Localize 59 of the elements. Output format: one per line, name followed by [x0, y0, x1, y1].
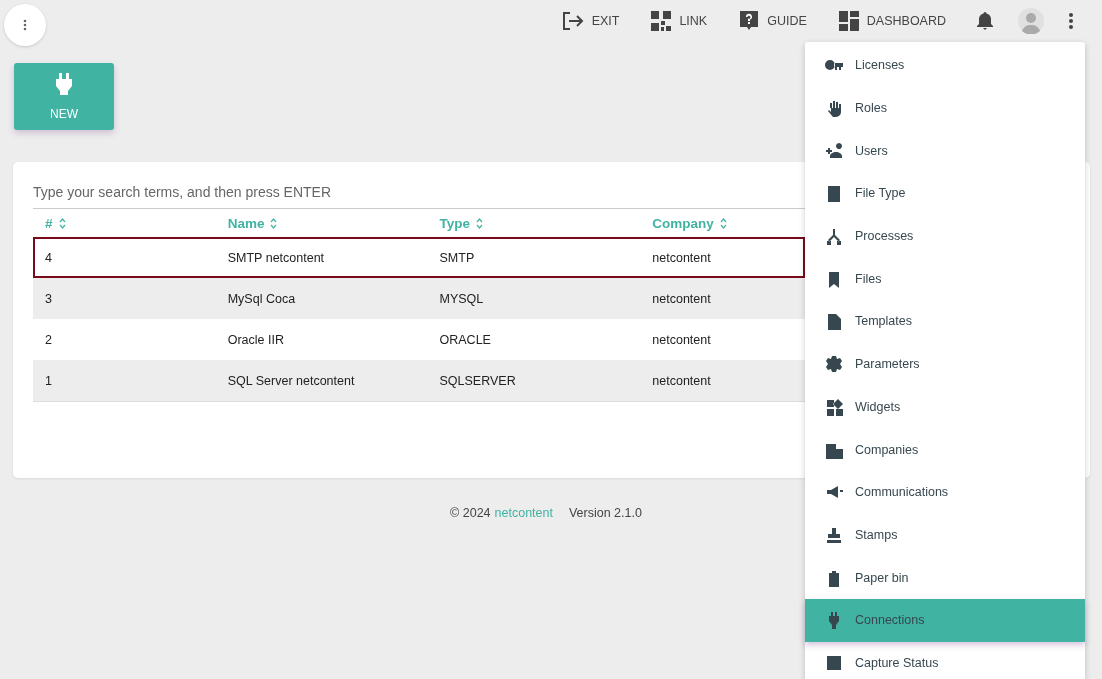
table-cell: MySql Coca: [215, 278, 428, 319]
table-cell: 2: [33, 319, 216, 360]
table-cell: netcontent: [640, 237, 745, 278]
menu-item[interactable]: Processes: [805, 214, 1085, 258]
stamp-icon: [825, 525, 843, 544]
menu-item[interactable]: Paper bin: [805, 556, 1085, 599]
menu-item[interactable]: Files: [805, 257, 1085, 301]
menu-item[interactable]: Roles: [805, 86, 1085, 130]
menu-item[interactable]: Stamps: [805, 513, 1085, 557]
table-cell: ORACLE: [427, 319, 641, 360]
gear-icon: [825, 355, 843, 374]
table-cell: netcontent: [640, 278, 745, 319]
table-cell: netcontent: [640, 360, 745, 402]
help-icon: [739, 10, 760, 32]
menu-item[interactable]: Templates: [805, 300, 1085, 343]
link-button[interactable]: LINK: [639, 5, 720, 37]
sort-icon: [58, 217, 66, 229]
menu-item[interactable]: Users: [805, 129, 1085, 173]
table-cell: 4: [33, 237, 216, 278]
qr-code-icon: [651, 11, 672, 31]
exit-icon: [561, 11, 584, 31]
menu-item[interactable]: Connections: [805, 598, 1085, 642]
menu-item[interactable]: Licenses: [805, 44, 1085, 87]
sort-icon: [270, 217, 278, 229]
table-cell: 1: [33, 360, 216, 402]
document-icon: [825, 312, 843, 331]
dashboard-button[interactable]: DASHBOARD: [826, 5, 958, 37]
more-icon: [1068, 12, 1074, 30]
hand-icon: [825, 99, 843, 118]
version-text: Version 2.1.0: [568, 506, 642, 520]
key-icon: [825, 60, 843, 71]
user-silhouette-icon: [1018, 8, 1044, 34]
sort-icon: [719, 217, 727, 229]
table-cell: SQL Server netcontent: [215, 360, 428, 402]
bell-icon: [976, 11, 994, 31]
table-cell: SMTP netcontent: [215, 237, 428, 278]
menu-item[interactable]: Widgets: [805, 385, 1085, 429]
menu-item[interactable]: Capture Status: [805, 641, 1085, 679]
widgets-icon: [825, 397, 843, 416]
table-row[interactable]: 2 Oracle IIR ORACLE netcontent: [33, 319, 805, 360]
tree-icon: [825, 227, 843, 246]
table-row[interactable]: 4 SMTP netcontent SMTP netcontent: [33, 237, 805, 278]
table-cell: netcontent: [640, 319, 745, 360]
guide-button[interactable]: GUIDE: [727, 4, 819, 38]
table-cell: Oracle IIR: [215, 319, 428, 360]
table-cell: SQLSERVER: [427, 360, 641, 402]
copyright-text: © 2024: [450, 506, 491, 520]
table-cell: SMTP: [427, 237, 641, 278]
table-cell: MYSQL: [427, 278, 641, 319]
menu-item[interactable]: Communications: [805, 470, 1085, 514]
menu-item[interactable]: Companies: [805, 428, 1085, 471]
dashboard-icon: [838, 11, 859, 31]
plug-icon: [54, 72, 74, 97]
exit-button[interactable]: EXIT: [549, 5, 632, 37]
table-cell: 3: [33, 278, 216, 319]
sort-icon: [476, 217, 484, 229]
menu-item[interactable]: Parameters: [805, 342, 1085, 386]
more-icon: [23, 19, 27, 31]
user-add-icon: [825, 141, 843, 160]
